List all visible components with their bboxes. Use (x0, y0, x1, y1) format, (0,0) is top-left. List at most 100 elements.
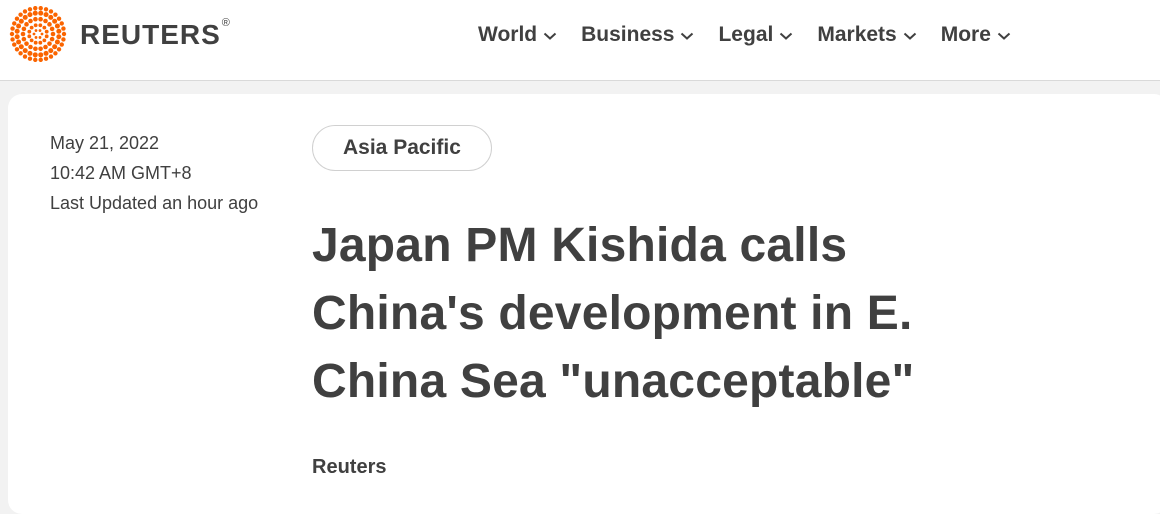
logo-dot (53, 51, 58, 56)
logo-dot (10, 26, 15, 31)
publish-time: 10:42 AM GMT+8 (50, 163, 192, 183)
logo-dot (20, 31, 26, 37)
logo-dot (27, 56, 33, 61)
logo-dot (16, 39, 22, 45)
logo-dot (48, 54, 54, 59)
logo-dot (33, 6, 38, 11)
logo-dot (10, 37, 15, 42)
article-meta: May 21, 2022 10:42 AM GMT+8 Last Updated… (50, 128, 260, 218)
logo-dot (38, 52, 44, 58)
publish-date: May 21, 2022 (50, 133, 160, 153)
logo-dot (14, 16, 20, 21)
logo-dot (54, 39, 60, 45)
logo-dot (43, 44, 48, 50)
logo-wordmark: REUTERS® (80, 17, 231, 50)
logo-dot (50, 31, 56, 37)
logo-dot (61, 31, 67, 37)
logo-dot (12, 42, 17, 47)
nav-item-more[interactable]: More (941, 21, 1011, 49)
logo-dot (22, 9, 28, 14)
article-byline[interactable]: Reuters (312, 456, 386, 479)
logo-dot (21, 36, 27, 42)
logo-dot (59, 42, 64, 47)
logo-dot (14, 47, 20, 52)
logo-dot (54, 23, 60, 29)
logo-dot (44, 34, 49, 39)
logo-dot (9, 31, 15, 37)
logo-dot (56, 47, 62, 52)
logo-dot (33, 57, 38, 62)
nav-item-markets[interactable]: Markets (817, 21, 916, 49)
nav-item-label: Markets (817, 23, 897, 46)
logo-dot (38, 6, 43, 11)
logo-dot (49, 36, 55, 42)
nav-item-legal[interactable]: Legal (718, 21, 793, 49)
site-header: REUTERS® World Business Legal Markets Mo… (0, 0, 1160, 81)
logo-dot (49, 26, 55, 32)
logo-dot (61, 37, 66, 42)
logo-dot (27, 29, 32, 34)
logo-dot (53, 12, 58, 17)
logo-dot (47, 22, 52, 27)
nav-item-world[interactable]: World (478, 21, 557, 49)
article-headline: Japan PM Kishida calls China's developme… (312, 219, 915, 408)
logo-dot (56, 34, 62, 40)
article-card: May 21, 2022 10:42 AM GMT+8 Last Updated… (8, 94, 1160, 514)
logo-dot (52, 18, 58, 24)
logo-dot (38, 46, 43, 52)
logo-dot (16, 23, 22, 29)
reuters-logo-mark-icon (9, 6, 67, 62)
logo-dot (32, 10, 38, 16)
logo-dot (38, 23, 43, 28)
chevron-down-icon (780, 32, 793, 40)
logo-dot (43, 7, 49, 12)
logo-dot (32, 52, 38, 58)
logo-dot (33, 46, 38, 52)
logo-dot (29, 38, 34, 43)
reuters-logo[interactable]: REUTERS® (8, 6, 231, 62)
logo-dot (33, 16, 38, 22)
logo-dot (14, 34, 20, 40)
logo-dot (18, 44, 24, 50)
chevron-down-icon (997, 32, 1011, 40)
logo-dot (44, 29, 49, 34)
section-tag-label: Asia Pacific (343, 136, 461, 159)
logo-dot (12, 21, 17, 26)
logo-dot (14, 28, 20, 34)
logo-dot (24, 22, 29, 27)
chevron-down-icon (681, 32, 694, 40)
last-updated: Last Updated an hour ago (50, 193, 259, 213)
logo-dot (28, 44, 33, 50)
logo-dot (48, 48, 54, 54)
logo-dot (38, 57, 43, 62)
logo-dot (29, 25, 34, 30)
nav-item-business[interactable]: Business (581, 21, 694, 49)
logo-dot (56, 16, 62, 21)
logo-dot (61, 26, 66, 31)
chevron-down-icon (543, 32, 557, 40)
logo-dot (59, 21, 64, 26)
logo-dot (22, 14, 28, 20)
logo-dot (34, 36, 38, 39)
logo-dot (18, 18, 24, 24)
logo-dot (56, 28, 62, 34)
logo-dot (47, 41, 52, 46)
logo-dot (27, 12, 33, 18)
logo-dot (42, 25, 47, 30)
nav-item-label: Business (581, 23, 675, 46)
logo-dot (28, 18, 33, 24)
section-tag-button[interactable]: Asia Pacific (312, 125, 492, 171)
logo-dot (22, 54, 28, 59)
logo-dot (38, 29, 42, 32)
logo-dot (48, 9, 54, 14)
logo-dot (43, 18, 48, 24)
logo-dot (21, 26, 27, 32)
logo-dot (27, 50, 33, 56)
logo-dot (18, 51, 23, 56)
logo-dot (38, 10, 44, 16)
logo-dot (48, 14, 54, 20)
logo-dot (52, 44, 58, 50)
logo-dot (43, 56, 49, 61)
main-nav: World Business Legal Markets More (478, 21, 1011, 49)
chevron-down-icon (903, 32, 916, 40)
